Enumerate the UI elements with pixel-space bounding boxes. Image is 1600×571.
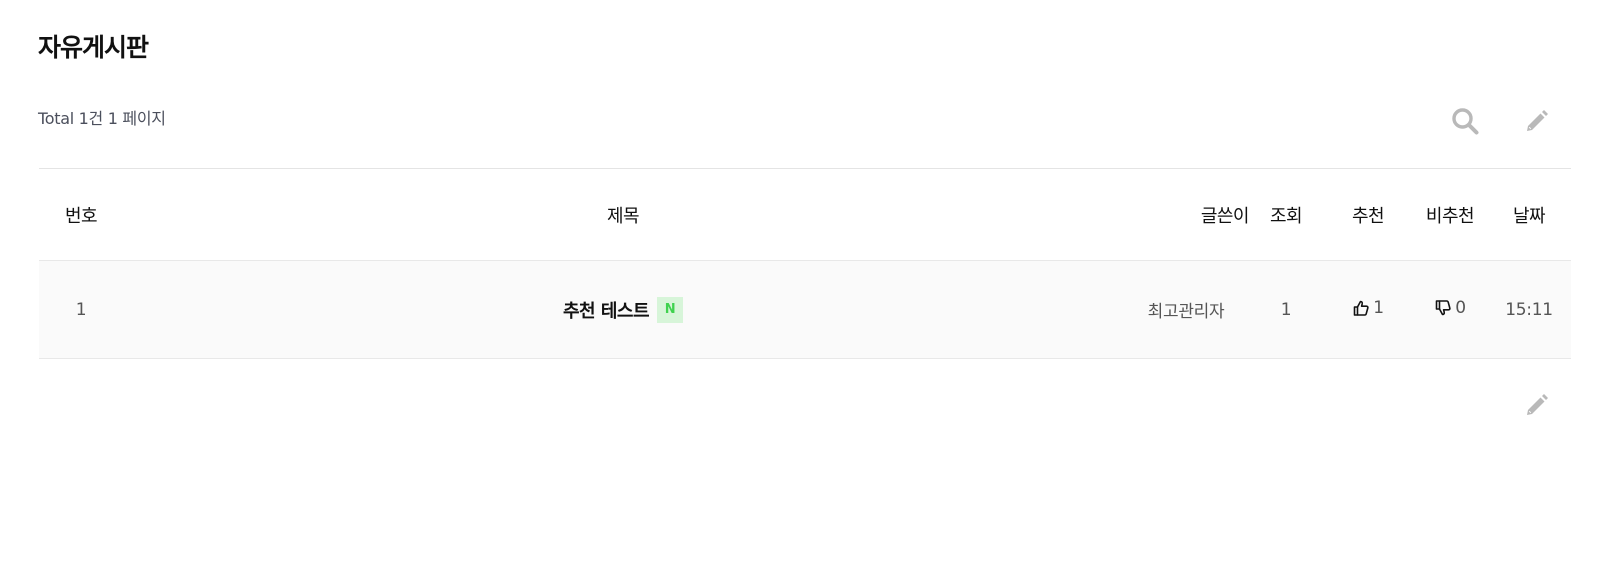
write-button-bottom[interactable] bbox=[1520, 388, 1554, 422]
header-hit: 조회 bbox=[1269, 205, 1303, 227]
post-good-cell: 1 bbox=[1323, 261, 1413, 359]
post-num: 1 bbox=[75, 299, 87, 320]
post-subject-cell: 추천 테스트 N bbox=[123, 261, 1123, 359]
nogood-count: 0 bbox=[1434, 298, 1466, 318]
header-num: 번호 bbox=[64, 205, 98, 227]
post-hit: 1 bbox=[1280, 299, 1292, 320]
page-title: 자유게시판 bbox=[38, 33, 149, 62]
header-writer: 글쓴이 bbox=[1200, 205, 1250, 227]
header-date: 날짜 bbox=[1512, 205, 1546, 227]
good-count: 1 bbox=[1352, 298, 1384, 318]
header-good: 추천 bbox=[1351, 205, 1385, 227]
post-date: 15:11 bbox=[1505, 299, 1553, 320]
search-button[interactable] bbox=[1448, 104, 1482, 138]
table-row: 1 추천 테스트 N 최고관리자 1 1 0 15:11 bbox=[39, 260, 1571, 359]
good-count-value: 1 bbox=[1373, 297, 1384, 318]
total-count-text: Total 1건 1 페이지 bbox=[38, 109, 166, 128]
nogood-count-value: 0 bbox=[1455, 297, 1466, 318]
thumbs-up-icon bbox=[1353, 300, 1369, 316]
table-header-row: 번호 제목 글쓴이 조회 추천 비추천 날짜 bbox=[39, 168, 1571, 261]
pencil-icon bbox=[1527, 110, 1548, 131]
header-nogood: 비추천 bbox=[1425, 205, 1475, 227]
new-badge: N bbox=[657, 296, 684, 323]
post-subject-link[interactable]: 추천 테스트 bbox=[563, 301, 650, 322]
post-list-table: 번호 제목 글쓴이 조회 추천 비추천 날짜 1 추천 테스트 N 최고관리자 1 bbox=[39, 168, 1571, 359]
header-subject: 제목 bbox=[606, 205, 640, 227]
write-button[interactable] bbox=[1520, 104, 1554, 138]
post-nogood-cell: 0 bbox=[1413, 261, 1487, 359]
pencil-icon bbox=[1527, 394, 1548, 415]
thumbs-down-icon bbox=[1435, 299, 1451, 315]
search-icon bbox=[1452, 108, 1479, 135]
post-writer[interactable]: 최고관리자 bbox=[1123, 261, 1249, 359]
